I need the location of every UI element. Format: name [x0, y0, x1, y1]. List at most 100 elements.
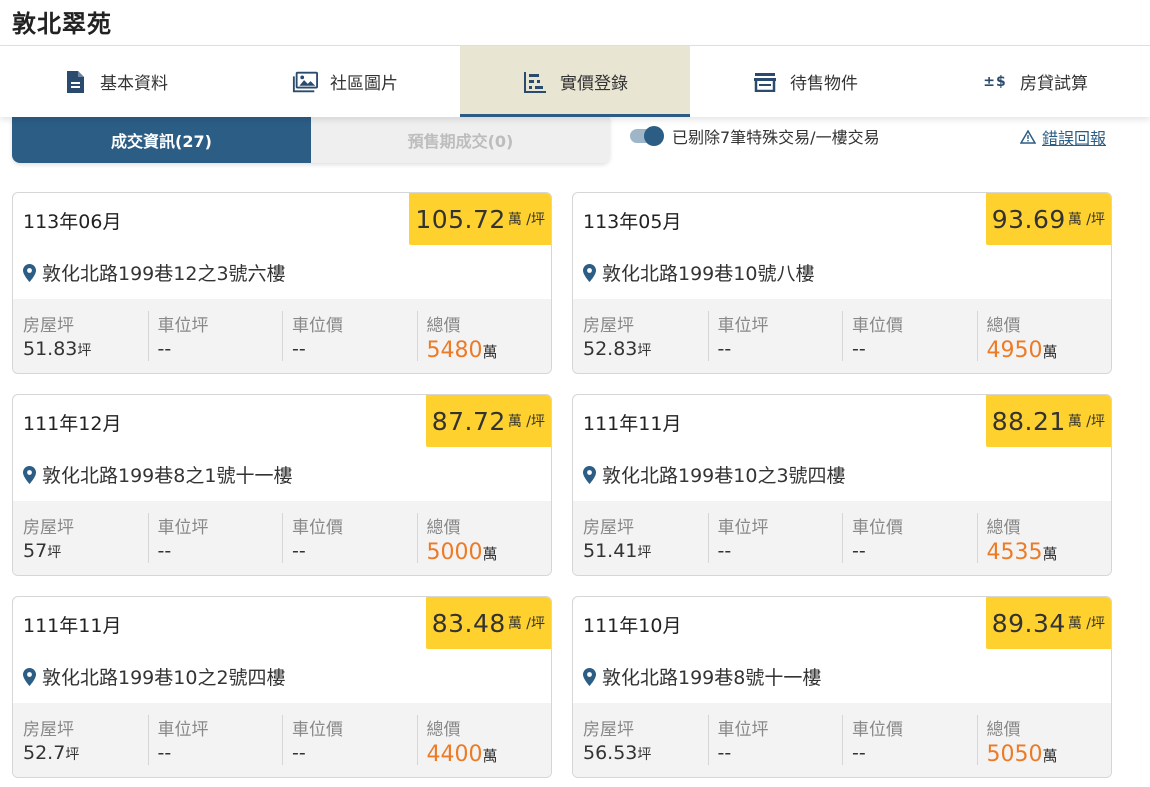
stat-value: 4535萬 — [986, 540, 1058, 565]
stat-parking-area: 車位坪 -- — [707, 715, 843, 777]
stats-row: 房屋坪 52.83坪 車位坪 -- 車位價 -- 總價 4950萬 — [573, 299, 1111, 373]
transaction-card[interactable]: 111年11月 83.48 萬 /坪 敦化北路199巷10之2號四樓 房屋坪 5… — [12, 596, 552, 778]
stat-label: 車位坪 — [157, 720, 209, 740]
stat-label: 車位價 — [852, 316, 903, 336]
transaction-card[interactable]: 113年05月 93.69 萬 /坪 敦化北路199巷10號八樓 房屋坪 52.… — [572, 192, 1112, 374]
unit-price-unit: 萬 /坪 — [1067, 212, 1105, 228]
address-text: 敦化北路199巷10之3號四樓 — [602, 465, 846, 487]
stat-parking-price: 車位價 -- — [282, 311, 417, 373]
transaction-date: 111年11月 — [583, 413, 682, 435]
address: 敦化北路199巷10之3號四樓 — [583, 461, 846, 488]
price-chart-icon — [522, 70, 548, 94]
stat-label: 車位坪 — [717, 316, 769, 336]
stats-row: 房屋坪 51.41坪 車位坪 -- 車位價 -- 總價 4535萬 — [573, 501, 1111, 575]
stat-parking-price: 車位價 -- — [282, 715, 417, 777]
transaction-card[interactable]: 111年10月 89.34 萬 /坪 敦化北路199巷8號十一樓 房屋坪 56.… — [572, 596, 1112, 778]
stat-label: 房屋坪 — [583, 720, 634, 740]
stat-label: 車位價 — [292, 316, 343, 336]
stat-label: 房屋坪 — [23, 720, 74, 740]
stat-label: 車位價 — [292, 720, 343, 740]
stat-area: 房屋坪 51.83坪 — [13, 311, 148, 373]
stat-label: 總價 — [986, 316, 1021, 336]
stat-total-price: 總價 5480萬 — [416, 311, 552, 373]
transaction-toolbar: 成交資訊(27) 預售期成交(0) 已剔除7筆特殊交易/一樓交易 錯誤回報 — [0, 117, 1150, 177]
stat-area: 房屋坪 51.41坪 — [573, 513, 708, 575]
stat-value: -- — [292, 540, 306, 562]
unit-price-value: 88.21 — [991, 406, 1066, 436]
stat-label: 房屋坪 — [23, 518, 74, 538]
toggle-switch[interactable] — [630, 126, 664, 146]
stat-value: -- — [852, 540, 866, 562]
stat-label: 總價 — [426, 720, 461, 740]
address-text: 敦化北路199巷12之3號六樓 — [42, 263, 286, 285]
location-pin-icon — [583, 263, 596, 282]
unit-price-value: 105.72 — [415, 204, 506, 234]
tab-mortgage-calc[interactable]: ±$ 房貸試算 — [920, 46, 1150, 117]
tab-basic-info[interactable]: 基本資料 — [0, 46, 230, 117]
transaction-card[interactable]: 111年11月 88.21 萬 /坪 敦化北路199巷10之3號四樓 房屋坪 5… — [572, 394, 1112, 576]
stat-value: 5480萬 — [426, 338, 498, 363]
document-icon — [62, 70, 88, 94]
transaction-date: 111年10月 — [583, 615, 682, 637]
tab-label: 社區圖片 — [330, 74, 398, 94]
tab-for-sale[interactable]: 待售物件 — [690, 46, 920, 117]
deal-info-button[interactable]: 成交資訊(27) — [12, 117, 311, 163]
stat-value: -- — [717, 742, 732, 764]
stat-parking-area: 車位坪 -- — [147, 513, 283, 575]
stats-row: 房屋坪 52.7坪 車位坪 -- 車位價 -- 總價 4400萬 — [13, 703, 551, 777]
stat-area: 房屋坪 57坪 — [13, 513, 148, 575]
stat-value: 56.53坪 — [583, 742, 652, 764]
stat-parking-price: 車位價 -- — [282, 513, 417, 575]
location-pin-icon — [23, 263, 36, 282]
stats-row: 房屋坪 56.53坪 車位坪 -- 車位價 -- 總價 5050萬 — [573, 703, 1111, 777]
presale-deal-button[interactable]: 預售期成交(0) — [311, 117, 610, 163]
address-text: 敦化北路199巷8號十一樓 — [602, 667, 822, 689]
stat-total-price: 總價 4535萬 — [976, 513, 1112, 575]
tab-community-photos[interactable]: 社區圖片 — [230, 46, 460, 117]
address: 敦化北路199巷12之3號六樓 — [23, 259, 286, 286]
tab-label: 基本資料 — [100, 74, 168, 94]
stat-parking-area: 車位坪 -- — [147, 311, 283, 373]
transaction-date: 113年05月 — [583, 211, 682, 233]
tab-actual-price[interactable]: 實價登錄 — [460, 46, 690, 117]
stat-value: 51.41坪 — [583, 540, 652, 562]
stat-value: -- — [852, 338, 866, 360]
transaction-date: 111年12月 — [23, 413, 122, 435]
transaction-date: 113年06月 — [23, 211, 122, 233]
exclude-special-toggle[interactable]: 已剔除7筆特殊交易/一樓交易 — [630, 125, 880, 147]
location-pin-icon — [23, 667, 36, 686]
stat-total-price: 總價 5050萬 — [976, 715, 1112, 777]
stat-parking-area: 車位坪 -- — [707, 513, 843, 575]
unit-price-value: 89.34 — [991, 608, 1066, 638]
tab-label: 實價登錄 — [560, 74, 628, 94]
image-gallery-icon — [292, 70, 318, 94]
transaction-card[interactable]: 111年12月 87.72 萬 /坪 敦化北路199巷8之1號十一樓 房屋坪 5… — [12, 394, 552, 576]
unit-price-badge: 105.72 萬 /坪 — [409, 193, 551, 245]
stat-label: 總價 — [986, 720, 1021, 740]
stat-total-price: 總價 5000萬 — [416, 513, 552, 575]
stat-parking-price: 車位價 -- — [842, 311, 977, 373]
unit-price-unit: 萬 /坪 — [507, 212, 545, 228]
stat-label: 房屋坪 — [23, 316, 74, 336]
tab-label: 待售物件 — [790, 74, 858, 94]
unit-price-badge: 89.34 萬 /坪 — [985, 597, 1111, 649]
stat-parking-area: 車位坪 -- — [707, 311, 843, 373]
stat-label: 車位價 — [852, 720, 903, 740]
stat-value: -- — [157, 742, 172, 764]
stat-parking-area: 車位坪 -- — [147, 715, 283, 777]
error-report-link[interactable]: 錯誤回報 — [1020, 125, 1106, 149]
stat-area: 房屋坪 52.7坪 — [13, 715, 148, 777]
stats-row: 房屋坪 51.83坪 車位坪 -- 車位價 -- 總價 5480萬 — [13, 299, 551, 373]
unit-price-badge: 87.72 萬 /坪 — [425, 395, 551, 447]
address: 敦化北路199巷8之1號十一樓 — [23, 461, 292, 488]
plus-minus-dollar-icon: ±$ — [983, 73, 1007, 90]
stat-label: 車位坪 — [717, 720, 769, 740]
stat-parking-price: 車位價 -- — [842, 513, 977, 575]
stat-label: 總價 — [986, 518, 1021, 538]
stat-label: 總價 — [426, 316, 461, 336]
unit-price-unit: 萬 /坪 — [507, 414, 545, 430]
transaction-card[interactable]: 113年06月 105.72 萬 /坪 敦化北路199巷12之3號六樓 房屋坪 … — [12, 192, 552, 374]
address: 敦化北路199巷8號十一樓 — [583, 663, 821, 690]
page-title: 敦北翠苑 — [12, 10, 112, 38]
stat-total-price: 總價 4950萬 — [976, 311, 1112, 373]
